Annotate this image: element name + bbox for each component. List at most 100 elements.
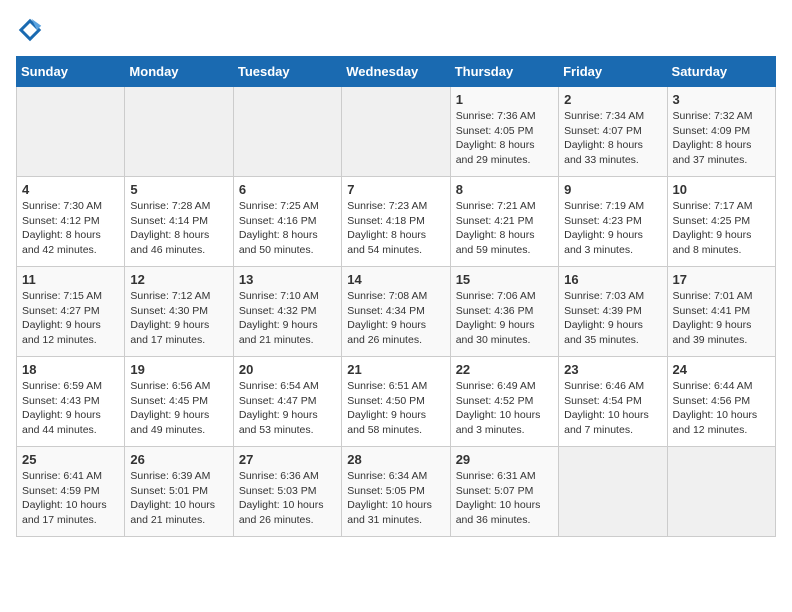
day-number: 2 — [564, 92, 661, 107]
day-cell-0-0 — [17, 87, 125, 177]
day-number: 29 — [456, 452, 553, 467]
calendar-body: 1 Sunrise: 7:36 AM Sunset: 4:05 PM Daylig… — [17, 87, 776, 537]
day-cell-4-2: 27 Sunrise: 6:36 AM Sunset: 5:03 PM Dayli… — [233, 447, 341, 537]
week-row-4: 18 Sunrise: 6:59 AM Sunset: 4:43 PM Dayli… — [17, 357, 776, 447]
day-info: Sunrise: 6:51 AM Sunset: 4:50 PM Dayligh… — [347, 379, 444, 438]
day-cell-1-2: 6 Sunrise: 7:25 AM Sunset: 4:16 PM Daylig… — [233, 177, 341, 267]
day-number: 23 — [564, 362, 661, 377]
day-number: 18 — [22, 362, 119, 377]
day-info: Sunrise: 6:31 AM Sunset: 5:07 PM Dayligh… — [456, 469, 553, 528]
day-cell-1-5: 9 Sunrise: 7:19 AM Sunset: 4:23 PM Daylig… — [559, 177, 667, 267]
day-info: Sunrise: 6:41 AM Sunset: 4:59 PM Dayligh… — [22, 469, 119, 528]
day-cell-2-3: 14Sunrise: 7:08 AM Sunset: 4:34 PM Dayli… — [342, 267, 450, 357]
day-number: 21 — [347, 362, 444, 377]
header-row: SundayMondayTuesdayWednesdayThursdayFrid… — [17, 57, 776, 87]
day-info: Sunrise: 6:46 AM Sunset: 4:54 PM Dayligh… — [564, 379, 661, 438]
calendar-table: SundayMondayTuesdayWednesdayThursdayFrid… — [16, 56, 776, 537]
day-cell-3-2: 20 Sunrise: 6:54 AM Sunset: 4:47 PM Dayli… — [233, 357, 341, 447]
day-cell-0-5: 2 Sunrise: 7:34 AM Sunset: 4:07 PM Daylig… — [559, 87, 667, 177]
day-info: Sunrise: 7:15 AM Sunset: 4:27 PM Dayligh… — [22, 289, 119, 348]
day-info: Sunrise: 6:49 AM Sunset: 4:52 PM Dayligh… — [456, 379, 553, 438]
day-cell-3-0: 18 Sunrise: 6:59 AM Sunset: 4:43 PM Dayli… — [17, 357, 125, 447]
day-cell-4-0: 25 Sunrise: 6:41 AM Sunset: 4:59 PM Dayli… — [17, 447, 125, 537]
day-cell-4-6 — [667, 447, 775, 537]
day-number: 11 — [22, 272, 119, 287]
day-cell-3-4: 22 Sunrise: 6:49 AM Sunset: 4:52 PM Dayli… — [450, 357, 558, 447]
day-cell-2-5: 16Sunrise: 7:03 AM Sunset: 4:39 PM Dayli… — [559, 267, 667, 357]
day-cell-2-4: 15Sunrise: 7:06 AM Sunset: 4:36 PM Dayli… — [450, 267, 558, 357]
page-header — [16, 16, 776, 44]
day-number: 9 — [564, 182, 661, 197]
day-number: 24 — [673, 362, 770, 377]
day-number: 5 — [130, 182, 227, 197]
day-info: Sunrise: 6:34 AM Sunset: 5:05 PM Dayligh… — [347, 469, 444, 528]
day-number: 7 — [347, 182, 444, 197]
day-info: Sunrise: 7:06 AM Sunset: 4:36 PM Dayligh… — [456, 289, 553, 348]
day-info: Sunrise: 7:25 AM Sunset: 4:16 PM Dayligh… — [239, 199, 336, 258]
day-number: 17 — [673, 272, 770, 287]
day-info: Sunrise: 7:01 AM Sunset: 4:41 PM Dayligh… — [673, 289, 770, 348]
day-info: Sunrise: 6:56 AM Sunset: 4:45 PM Dayligh… — [130, 379, 227, 438]
day-info: Sunrise: 6:59 AM Sunset: 4:43 PM Dayligh… — [22, 379, 119, 438]
day-cell-1-3: 7 Sunrise: 7:23 AM Sunset: 4:18 PM Daylig… — [342, 177, 450, 267]
day-cell-4-4: 29 Sunrise: 6:31 AM Sunset: 5:07 PM Dayli… — [450, 447, 558, 537]
day-number: 25 — [22, 452, 119, 467]
day-cell-4-3: 28 Sunrise: 6:34 AM Sunset: 5:05 PM Dayli… — [342, 447, 450, 537]
day-number: 22 — [456, 362, 553, 377]
day-info: Sunrise: 6:36 AM Sunset: 5:03 PM Dayligh… — [239, 469, 336, 528]
logo — [16, 16, 48, 44]
day-number: 13 — [239, 272, 336, 287]
week-row-2: 4 Sunrise: 7:30 AM Sunset: 4:12 PM Daylig… — [17, 177, 776, 267]
day-info: Sunrise: 7:32 AM Sunset: 4:09 PM Dayligh… — [673, 109, 770, 168]
day-cell-3-3: 21 Sunrise: 6:51 AM Sunset: 4:50 PM Dayli… — [342, 357, 450, 447]
day-info: Sunrise: 7:34 AM Sunset: 4:07 PM Dayligh… — [564, 109, 661, 168]
day-cell-4-5 — [559, 447, 667, 537]
day-cell-2-1: 12Sunrise: 7:12 AM Sunset: 4:30 PM Dayli… — [125, 267, 233, 357]
day-info: Sunrise: 7:36 AM Sunset: 4:05 PM Dayligh… — [456, 109, 553, 168]
day-number: 4 — [22, 182, 119, 197]
day-info: Sunrise: 7:03 AM Sunset: 4:39 PM Dayligh… — [564, 289, 661, 348]
day-number: 20 — [239, 362, 336, 377]
day-cell-3-5: 23 Sunrise: 6:46 AM Sunset: 4:54 PM Dayli… — [559, 357, 667, 447]
day-number: 10 — [673, 182, 770, 197]
day-number: 6 — [239, 182, 336, 197]
logo-icon — [16, 16, 44, 44]
day-info: Sunrise: 7:21 AM Sunset: 4:21 PM Dayligh… — [456, 199, 553, 258]
day-info: Sunrise: 7:10 AM Sunset: 4:32 PM Dayligh… — [239, 289, 336, 348]
header-thursday: Thursday — [450, 57, 558, 87]
day-info: Sunrise: 7:30 AM Sunset: 4:12 PM Dayligh… — [22, 199, 119, 258]
day-info: Sunrise: 6:54 AM Sunset: 4:47 PM Dayligh… — [239, 379, 336, 438]
day-cell-2-0: 11 Sunrise: 7:15 AM Sunset: 4:27 PM Dayli… — [17, 267, 125, 357]
day-number: 8 — [456, 182, 553, 197]
day-cell-0-4: 1 Sunrise: 7:36 AM Sunset: 4:05 PM Daylig… — [450, 87, 558, 177]
header-saturday: Saturday — [667, 57, 775, 87]
day-cell-4-1: 26 Sunrise: 6:39 AM Sunset: 5:01 PM Dayli… — [125, 447, 233, 537]
day-cell-0-1 — [125, 87, 233, 177]
header-wednesday: Wednesday — [342, 57, 450, 87]
day-number: 28 — [347, 452, 444, 467]
day-info: Sunrise: 7:23 AM Sunset: 4:18 PM Dayligh… — [347, 199, 444, 258]
header-friday: Friday — [559, 57, 667, 87]
header-monday: Monday — [125, 57, 233, 87]
day-number: 26 — [130, 452, 227, 467]
day-cell-2-2: 13 Sunrise: 7:10 AM Sunset: 4:32 PM Dayli… — [233, 267, 341, 357]
day-number: 14 — [347, 272, 444, 287]
day-number: 12 — [130, 272, 227, 287]
week-row-1: 1 Sunrise: 7:36 AM Sunset: 4:05 PM Daylig… — [17, 87, 776, 177]
day-cell-1-0: 4 Sunrise: 7:30 AM Sunset: 4:12 PM Daylig… — [17, 177, 125, 267]
day-cell-0-2 — [233, 87, 341, 177]
day-cell-3-6: 24 Sunrise: 6:44 AM Sunset: 4:56 PM Dayli… — [667, 357, 775, 447]
day-info: Sunrise: 7:28 AM Sunset: 4:14 PM Dayligh… — [130, 199, 227, 258]
day-cell-1-1: 5 Sunrise: 7:28 AM Sunset: 4:14 PM Daylig… — [125, 177, 233, 267]
day-number: 27 — [239, 452, 336, 467]
week-row-5: 25 Sunrise: 6:41 AM Sunset: 4:59 PM Dayli… — [17, 447, 776, 537]
day-info: Sunrise: 7:17 AM Sunset: 4:25 PM Dayligh… — [673, 199, 770, 258]
day-cell-1-6: 10 Sunrise: 7:17 AM Sunset: 4:25 PM Dayli… — [667, 177, 775, 267]
day-cell-3-1: 19Sunrise: 6:56 AM Sunset: 4:45 PM Dayli… — [125, 357, 233, 447]
day-cell-1-4: 8 Sunrise: 7:21 AM Sunset: 4:21 PM Daylig… — [450, 177, 558, 267]
day-info: Sunrise: 6:39 AM Sunset: 5:01 PM Dayligh… — [130, 469, 227, 528]
day-number: 1 — [456, 92, 553, 107]
day-cell-0-6: 3Sunrise: 7:32 AM Sunset: 4:09 PM Daylig… — [667, 87, 775, 177]
day-info: Sunrise: 6:44 AM Sunset: 4:56 PM Dayligh… — [673, 379, 770, 438]
day-info: Sunrise: 7:19 AM Sunset: 4:23 PM Dayligh… — [564, 199, 661, 258]
